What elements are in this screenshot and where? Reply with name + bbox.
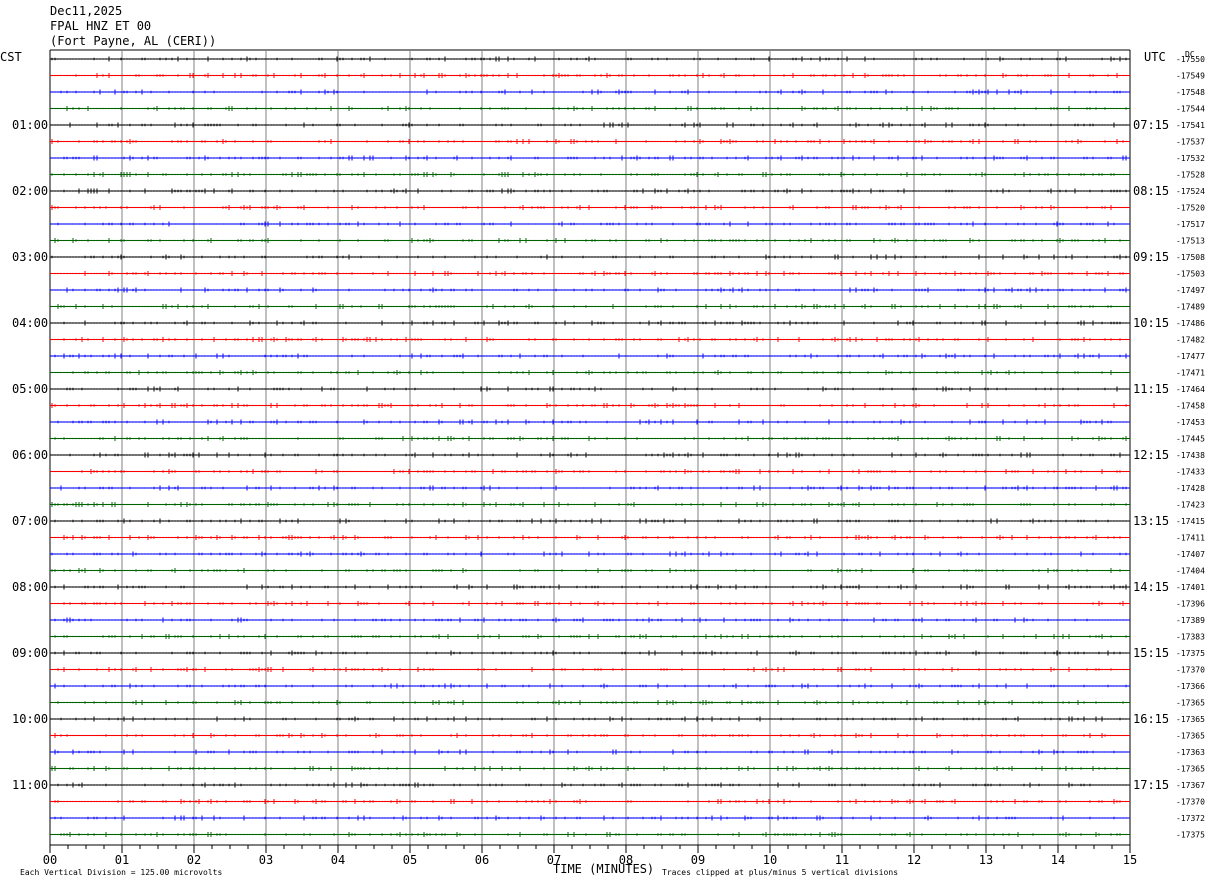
right-axis-label: UTC xyxy=(1144,50,1166,64)
cst-hour-label: 11:00 xyxy=(12,778,48,792)
utc-hour-label: 17:15 xyxy=(1133,778,1169,792)
grid-lines xyxy=(49,49,1131,845)
dc-offset-label: -17375 xyxy=(1176,649,1205,658)
dc-offset-label: -17445 xyxy=(1176,435,1205,444)
dc-offset-label: -17489 xyxy=(1176,303,1205,312)
dc-offset-label: -17365 xyxy=(1176,765,1205,774)
x-axis-label: TIME (MINUTES) xyxy=(553,862,654,876)
cst-hour-label: 01:00 xyxy=(12,118,48,132)
dc-offset-label: -17372 xyxy=(1176,814,1205,823)
dc-offset-label: -17549 xyxy=(1176,72,1205,81)
x-tick-label: 12 xyxy=(907,853,921,867)
dc-offset-label: -17520 xyxy=(1176,204,1205,213)
dc-offset-label: -17411 xyxy=(1176,534,1205,543)
cst-hour-label: 06:00 xyxy=(12,448,48,462)
x-tick-label: 14 xyxy=(1051,853,1065,867)
utc-hour-label: 10:15 xyxy=(1133,316,1169,330)
dc-offset-label: -17415 xyxy=(1176,517,1205,526)
dc-offset-label: -17396 xyxy=(1176,600,1205,609)
dc-offset-label: -17550 xyxy=(1176,55,1205,64)
x-tick-label: 13 xyxy=(979,853,993,867)
dc-offset-label: -17423 xyxy=(1176,501,1205,510)
dc-offset-label: -17486 xyxy=(1176,319,1205,328)
utc-hour-label: 14:15 xyxy=(1133,580,1169,594)
dc-offset-label: -17365 xyxy=(1176,699,1205,708)
dc-offset-label: -17428 xyxy=(1176,484,1205,493)
dc-offset-label: -17497 xyxy=(1176,286,1205,295)
dc-offset-label: -17365 xyxy=(1176,715,1205,724)
dc-offset-label: -17477 xyxy=(1176,352,1205,361)
dc-offset-label: -17375 xyxy=(1176,831,1205,840)
dc-offset-label: -17401 xyxy=(1176,583,1205,592)
cst-hour-label: 09:00 xyxy=(12,646,48,660)
dc-offset-labels: -17550 -17549 -17548 -17544 -17541 -17537 -175… xyxy=(1176,55,1205,840)
dc-offset-label: -17453 xyxy=(1176,418,1205,427)
dc-offset-label: -17367 xyxy=(1176,781,1205,790)
dc-offset-label: -17482 xyxy=(1176,336,1205,345)
dc-offset-label: -17548 xyxy=(1176,88,1205,97)
dc-offset-label: -17383 xyxy=(1176,633,1205,642)
dc-offset-label: -17407 xyxy=(1176,550,1205,559)
dc-offset-label: -17389 xyxy=(1176,616,1205,625)
x-tick-label: 09 xyxy=(691,853,705,867)
cst-hour-label: 10:00 xyxy=(12,712,48,726)
x-tick-label: 01 xyxy=(115,853,129,867)
cst-hour-label: 05:00 xyxy=(12,382,48,396)
dc-offset-label: -17537 xyxy=(1176,138,1205,147)
dc-offset-label: -17370 xyxy=(1176,666,1205,675)
cst-labels: 01:00 02:00 03:00 04:00 05:00 06:00 07:00 08:00… xyxy=(12,118,48,792)
x-tick-label: 04 xyxy=(331,853,345,867)
dc-offset-label: -17458 xyxy=(1176,402,1205,411)
dc-offset-label: -17404 xyxy=(1176,567,1205,576)
x-tick-label: 06 xyxy=(475,853,489,867)
dc-offset-label: -17366 xyxy=(1176,682,1205,691)
dc-offset-label: -17363 xyxy=(1176,748,1205,757)
utc-hour-label: 09:15 xyxy=(1133,250,1169,264)
cst-hour-label: 04:00 xyxy=(12,316,48,330)
dc-offset-label: -17503 xyxy=(1176,270,1205,279)
x-tick-label: 15 xyxy=(1123,853,1137,867)
dc-offset-label: -17524 xyxy=(1176,187,1205,196)
cst-hour-label: 03:00 xyxy=(12,250,48,264)
dc-offset-label: -17513 xyxy=(1176,237,1205,246)
dc-offset-label: -17508 xyxy=(1176,253,1205,262)
dc-offset-label: -17517 xyxy=(1176,220,1205,229)
dc-offset-label: -17532 xyxy=(1176,154,1205,163)
dc-offset-label: -17433 xyxy=(1176,468,1205,477)
cst-hour-label: 02:00 xyxy=(12,184,48,198)
x-tick-label: 00 xyxy=(43,853,57,867)
left-axis-label: CST xyxy=(0,50,22,64)
dc-offset-label: -17528 xyxy=(1176,171,1205,180)
dc-offset-label: -17464 xyxy=(1176,385,1205,394)
utc-hour-label: 15:15 xyxy=(1133,646,1169,660)
utc-hour-label: 07:15 xyxy=(1133,118,1169,132)
utc-hour-label: 12:15 xyxy=(1133,448,1169,462)
dc-offset-label: -17544 xyxy=(1176,105,1205,114)
dc-offset-label: -17370 xyxy=(1176,798,1205,807)
dc-offset-label: -17365 xyxy=(1176,732,1205,741)
clip-note: Traces clipped at plus/minus 5 vertical … xyxy=(662,868,898,877)
cst-hour-label: 08:00 xyxy=(12,580,48,594)
helicorder-plot: CST UTC DC 00 01 02 03 04 05 06 07 08 09 10 11 12 13 1… xyxy=(0,49,1205,877)
trace-lines xyxy=(50,56,1130,837)
dc-offset-label: -17438 xyxy=(1176,451,1205,460)
dc-offset-label: -17541 xyxy=(1176,121,1205,130)
dc-offset-label: -17471 xyxy=(1176,369,1205,378)
utc-hour-label: 13:15 xyxy=(1133,514,1169,528)
x-tick-label: 10 xyxy=(763,853,777,867)
cst-hour-label: 07:00 xyxy=(12,514,48,528)
x-tick-label: 03 xyxy=(259,853,273,867)
utc-hour-label: 08:15 xyxy=(1133,184,1169,198)
x-tick-label: 05 xyxy=(403,853,417,867)
utc-hour-label: 16:15 xyxy=(1133,712,1169,726)
x-tick-label: 02 xyxy=(187,853,201,867)
utc-hour-label: 11:15 xyxy=(1133,382,1169,396)
utc-labels: 07:15 08:15 09:15 10:15 11:15 12:15 13:15 14:15… xyxy=(1133,118,1169,792)
x-tick-label: 11 xyxy=(835,853,849,867)
scale-note: Each Vertical Division = 125.00 microvol… xyxy=(20,868,222,877)
